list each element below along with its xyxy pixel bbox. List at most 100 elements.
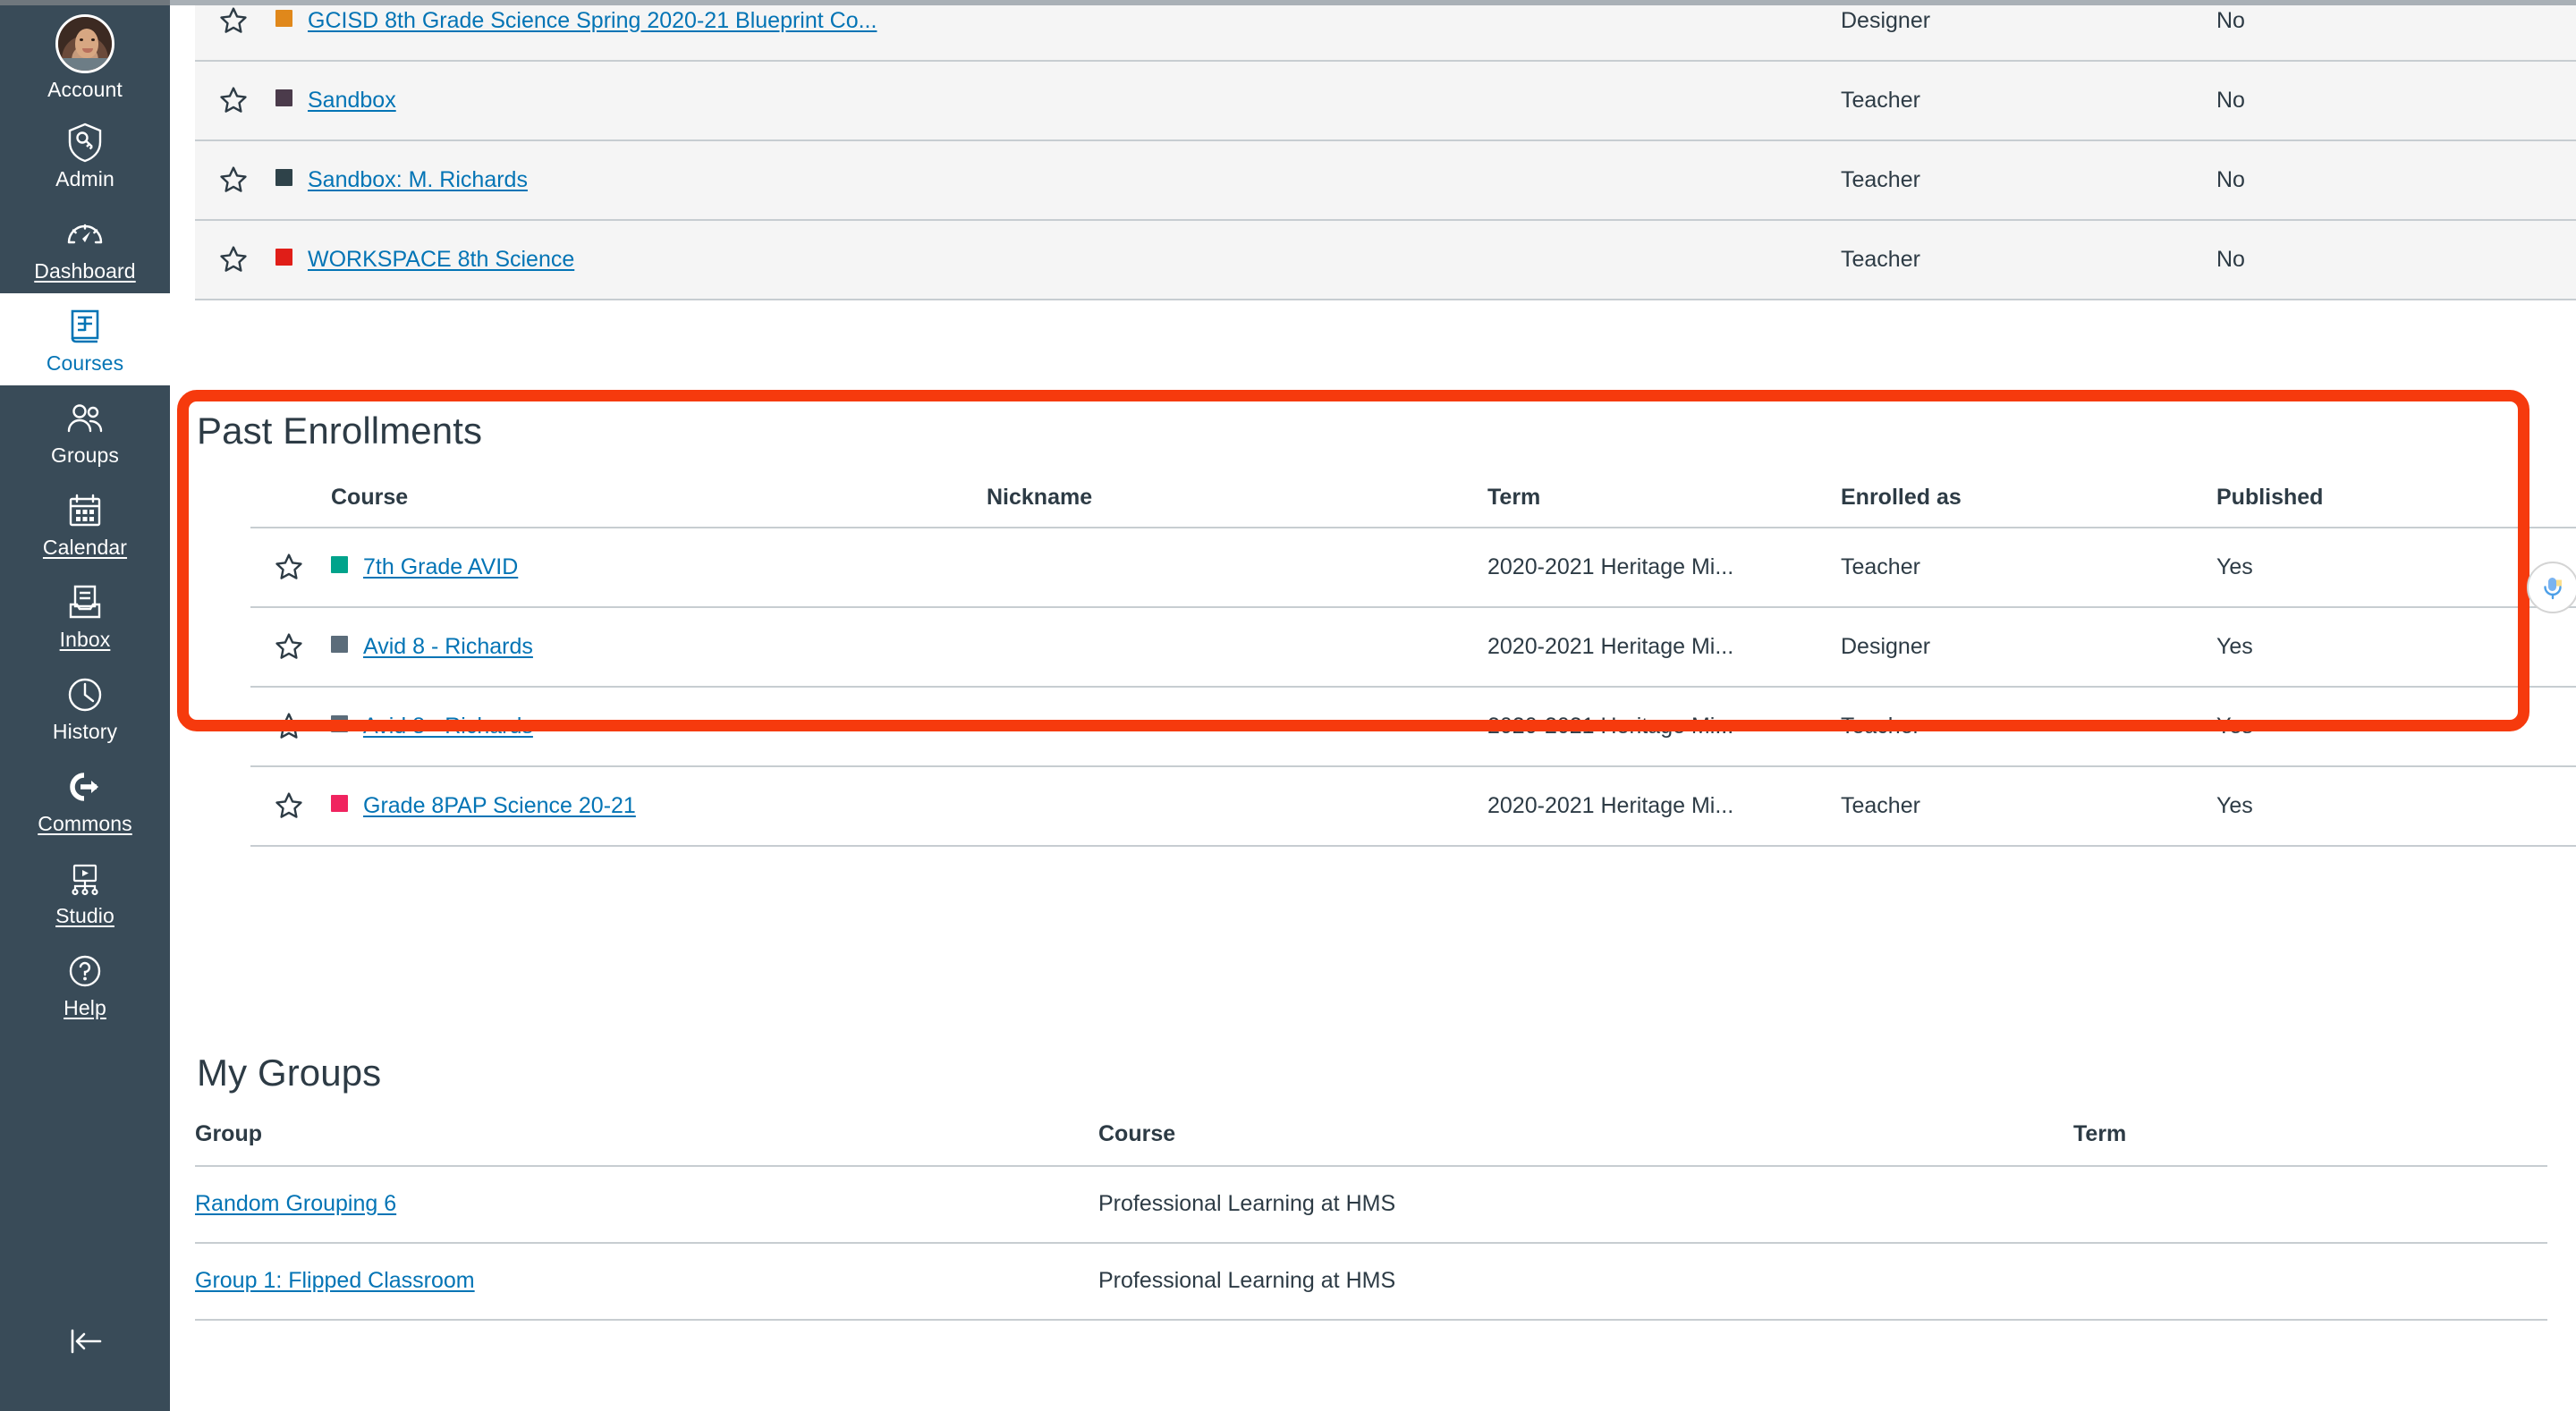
group-link[interactable]: Random Grouping 6 xyxy=(195,1191,396,1216)
canvas-courses-page: Account Admin Dashboard Courses Groups C… xyxy=(0,0,2576,1411)
table-row[interactable]: Sandbox: M. Richards Teacher No xyxy=(195,140,2576,221)
course-color-swatch xyxy=(331,714,348,732)
header-group-term: Term xyxy=(2073,1121,2547,1167)
course-color-swatch xyxy=(275,248,292,266)
course-cell: Sandbox xyxy=(275,61,987,141)
global-navigation: Account Admin Dashboard Courses Groups C… xyxy=(0,5,170,1411)
group-link[interactable]: Group 1: Flipped Classroom xyxy=(195,1268,475,1293)
table-row[interactable]: 7th Grade AVID 2020-2021 Heritage Mi... … xyxy=(250,528,2576,608)
published-cell: Yes xyxy=(2216,766,2576,847)
course-cell: Grade 8PAP Science 20-21 xyxy=(331,766,987,847)
sidebar-item-inbox[interactable]: Inbox xyxy=(0,570,170,662)
course-cell: WORKSPACE 8th Science xyxy=(275,220,987,300)
collapse-left-icon[interactable] xyxy=(0,1323,170,1411)
inbox-icon xyxy=(64,581,106,624)
term-cell xyxy=(1487,220,1841,300)
term-cell: 2020-2021 Heritage Mi... xyxy=(1487,528,1841,608)
nickname-cell xyxy=(987,61,1487,141)
sidebar-item-courses[interactable]: Courses xyxy=(0,293,170,385)
sidebar-item-label-admin: Admin xyxy=(55,167,114,190)
table-row[interactable]: Grade 8PAP Science 20-21 2020-2021 Herit… xyxy=(250,766,2576,847)
table-row[interactable]: Avid 8 - Richards 2020-2021 Heritage Mi.… xyxy=(250,687,2576,767)
sidebar-item-label-help: Help xyxy=(64,996,106,1019)
header-favorite xyxy=(250,476,331,528)
studio-icon xyxy=(64,858,106,900)
sidebar-item-account[interactable]: Account xyxy=(0,5,170,109)
role-cell: Designer xyxy=(1841,5,2216,62)
course-cell: 7th Grade AVID xyxy=(331,528,987,608)
table-row[interactable]: Random Grouping 6 Professional Learning … xyxy=(195,1166,2547,1244)
sidebar-item-label-dashboard: Dashboard xyxy=(34,259,136,283)
course-link[interactable]: Avid 8 - Richards xyxy=(363,634,533,659)
star-icon[interactable] xyxy=(274,790,304,821)
table-row[interactable]: Avid 8 - Richards 2020-2021 Heritage Mi.… xyxy=(250,607,2576,688)
sidebar-item-groups[interactable]: Groups xyxy=(0,385,170,477)
groups-icon xyxy=(64,397,106,440)
course-link[interactable]: GCISD 8th Grade Science Spring 2020-21 B… xyxy=(308,8,877,33)
my-groups-section: My Groups Group Course Term Random Group… xyxy=(195,1052,2547,1321)
current-enrollments-table: GCISD 8th Grade Science Spring 2020-21 B… xyxy=(195,5,2576,300)
group-course-cell: Professional Learning at HMS xyxy=(1098,1166,2073,1244)
sidebar-item-label-calendar: Calendar xyxy=(42,536,128,559)
header-course: Course xyxy=(331,476,987,528)
sidebar-item-calendar[interactable]: Calendar xyxy=(0,477,170,570)
course-color-swatch xyxy=(331,555,348,573)
role-cell: Teacher xyxy=(1841,528,2216,608)
role-cell: Designer xyxy=(1841,607,2216,688)
header-published: Published xyxy=(2216,476,2576,528)
my-groups-table: Group Course Term Random Grouping 6 Prof… xyxy=(195,1121,2547,1321)
sidebar-item-admin[interactable]: Admin xyxy=(0,109,170,201)
table-row[interactable]: Sandbox Teacher No xyxy=(195,61,2576,141)
clock-icon xyxy=(64,673,106,716)
header-group-course: Course xyxy=(1098,1121,2073,1167)
table-row[interactable]: Group 1: Flipped Classroom Professional … xyxy=(195,1243,2547,1321)
dashboard-icon xyxy=(64,213,106,256)
star-icon[interactable] xyxy=(218,165,249,195)
sidebar-item-studio[interactable]: Studio xyxy=(0,846,170,938)
table-row[interactable]: WORKSPACE 8th Science Teacher No xyxy=(195,220,2576,300)
my-groups-title: My Groups xyxy=(197,1052,382,1094)
sidebar-item-commons[interactable]: Commons xyxy=(0,754,170,846)
course-link[interactable]: Avid 8 - Richards xyxy=(363,714,533,739)
microphone-icon[interactable] xyxy=(2527,562,2576,613)
sidebar-item-help[interactable]: Help xyxy=(0,938,170,1030)
course-cell: Sandbox: M. Richards xyxy=(275,140,987,221)
star-icon[interactable] xyxy=(218,5,249,36)
course-cell: Avid 8 - Richards xyxy=(331,607,987,688)
course-link[interactable]: Sandbox: M. Richards xyxy=(308,167,528,192)
role-cell: Teacher xyxy=(1841,140,2216,221)
sidebar-item-label-commons: Commons xyxy=(38,812,132,835)
course-color-swatch xyxy=(275,168,292,186)
favorite-cell xyxy=(250,687,331,767)
course-link[interactable]: Sandbox xyxy=(308,88,396,113)
role-cell: Teacher xyxy=(1841,220,2216,300)
past-enrollments-section: Past Enrollments Course Nickname Term En… xyxy=(195,410,2576,847)
sidebar-item-dashboard[interactable]: Dashboard xyxy=(0,201,170,293)
nickname-cell xyxy=(987,220,1487,300)
header-group: Group xyxy=(195,1121,1098,1167)
star-icon[interactable] xyxy=(274,552,304,582)
course-link[interactable]: 7th Grade AVID xyxy=(363,554,518,579)
nickname-cell xyxy=(987,766,1487,847)
group-term-cell xyxy=(2073,1243,2547,1321)
sidebar-item-history[interactable]: History xyxy=(0,662,170,754)
table-header-row: Course Nickname Term Enrolled as Publish… xyxy=(250,476,2576,528)
past-enrollments-title: Past Enrollments xyxy=(197,410,483,452)
course-link[interactable]: Grade 8PAP Science 20-21 xyxy=(363,793,636,818)
calendar-icon xyxy=(64,489,106,532)
favorite-cell xyxy=(250,528,331,608)
group-term-cell xyxy=(2073,1166,2547,1244)
star-icon[interactable] xyxy=(218,85,249,115)
sidebar-item-label-studio: Studio xyxy=(55,904,114,927)
course-link[interactable]: WORKSPACE 8th Science xyxy=(308,247,574,272)
favorite-cell xyxy=(250,607,331,688)
star-icon[interactable] xyxy=(274,711,304,741)
published-cell: No xyxy=(2216,140,2576,221)
star-icon[interactable] xyxy=(218,244,249,275)
table-row[interactable]: GCISD 8th Grade Science Spring 2020-21 B… xyxy=(195,5,2576,62)
table-header-row: Group Course Term xyxy=(195,1121,2547,1167)
star-icon[interactable] xyxy=(274,631,304,662)
role-cell: Teacher xyxy=(1841,687,2216,767)
shield-key-icon xyxy=(64,121,106,164)
current-enrollments-table-wrapper: GCISD 8th Grade Science Spring 2020-21 B… xyxy=(195,5,2576,300)
